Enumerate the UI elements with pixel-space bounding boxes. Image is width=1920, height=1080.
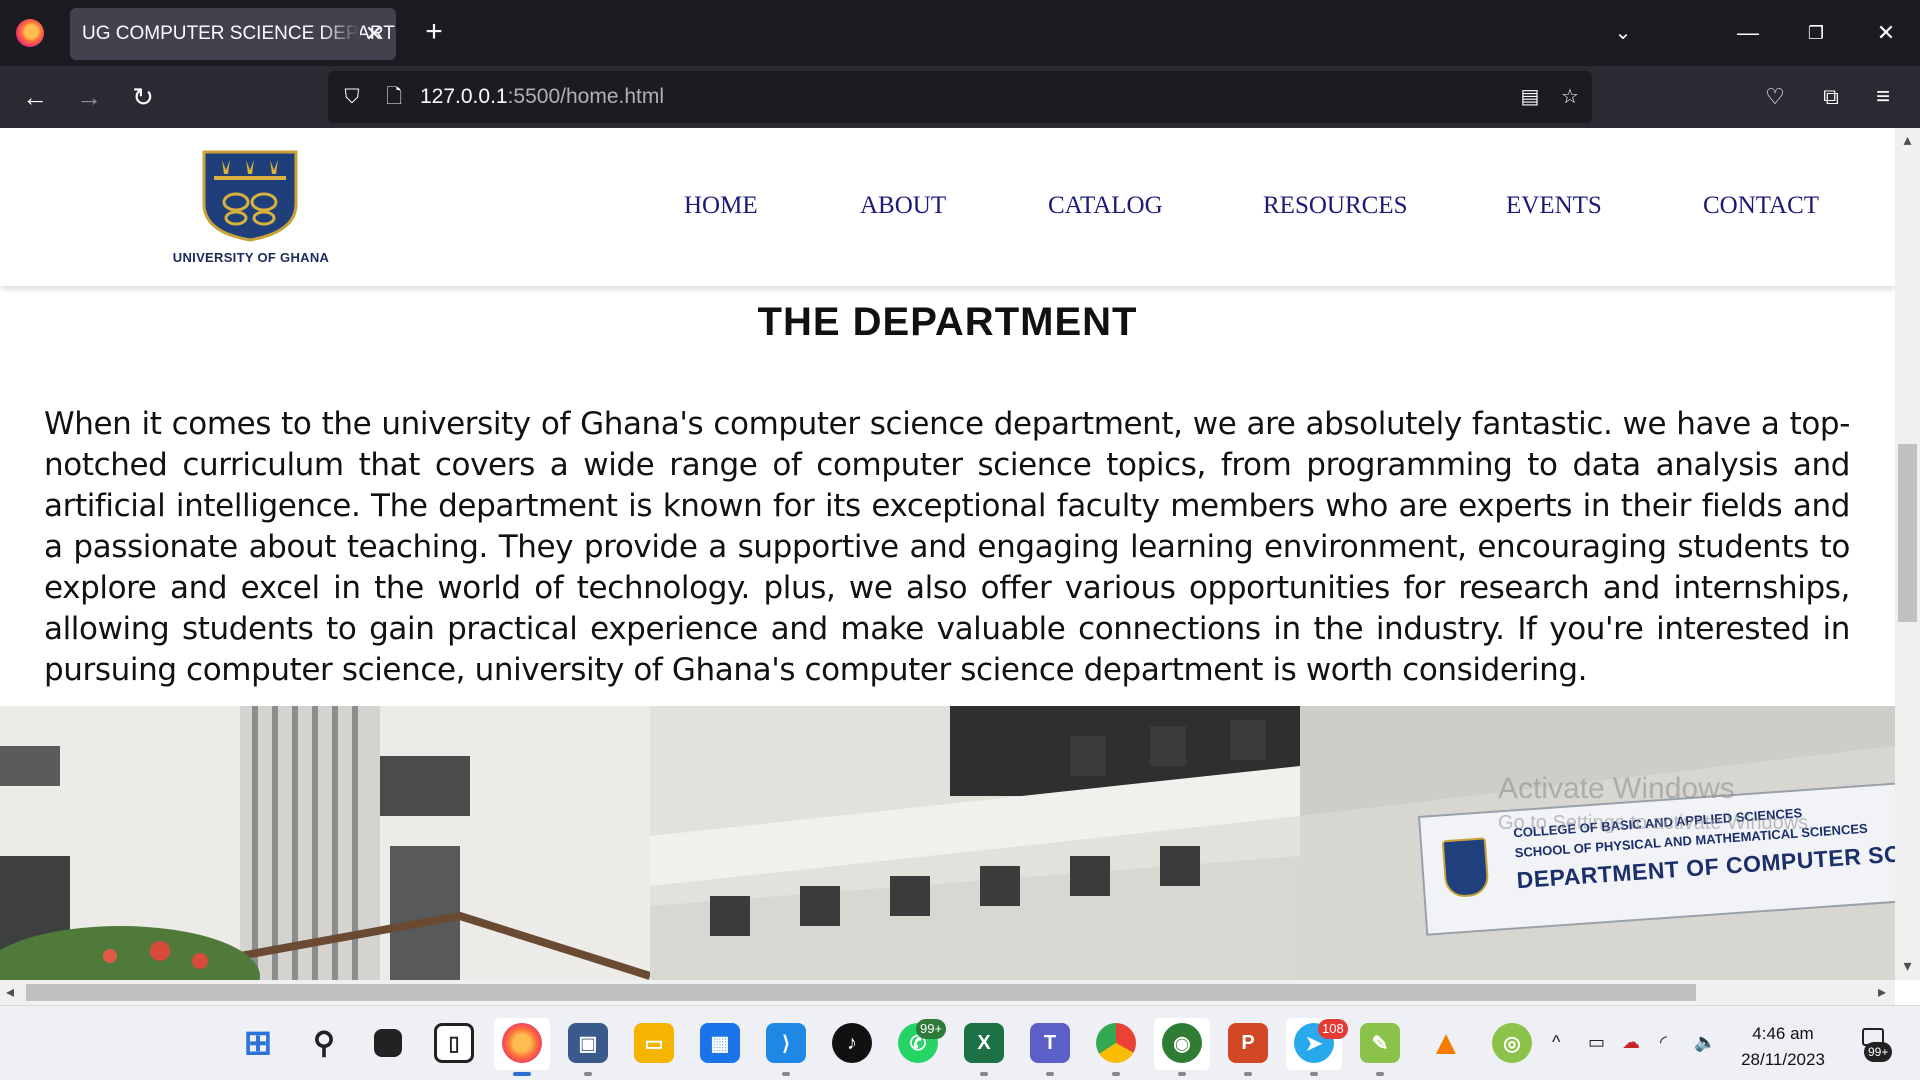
vlc-icon[interactable]: ▲ xyxy=(1426,1023,1466,1063)
telegram-badge: 108 xyxy=(1318,1019,1348,1039)
activate-windows-hint: Go to Settings to activate Windows. xyxy=(1498,812,1814,834)
extensions-icon[interactable]: ⧉ xyxy=(1814,80,1848,114)
activate-windows-watermark: Activate Windows xyxy=(1498,772,1735,805)
site-header: UNIVERSITY OF GHANA HOME ABOUT CATALOG R… xyxy=(0,128,1895,286)
start-icon[interactable]: ⊞ xyxy=(238,1023,278,1063)
chrome-icon[interactable] xyxy=(1096,1023,1136,1063)
excel-icon[interactable]: X xyxy=(964,1023,1004,1063)
scroll-left-icon[interactable]: ◂ xyxy=(0,982,20,1002)
nav-about[interactable]: ABOUT xyxy=(860,192,946,220)
building-photo-1 xyxy=(0,706,650,980)
search-icon[interactable]: ⚲ xyxy=(304,1023,344,1063)
vscode-icon[interactable]: ⟩ xyxy=(766,1023,806,1063)
department-description: When it comes to the university of Ghana… xyxy=(44,406,1850,688)
nav-home[interactable]: HOME xyxy=(684,192,758,220)
university-logo[interactable]: UNIVERSITY OF GHANA xyxy=(152,146,350,268)
list-all-tabs-icon[interactable]: ⌄ xyxy=(1608,18,1638,48)
page-viewport: UNIVERSITY OF GHANA HOME ABOUT CATALOG R… xyxy=(0,128,1895,980)
department-sign-photo: COLLEGE OF BASIC AND APPLIED SCIENCES SC… xyxy=(1300,706,1895,980)
page-icon[interactable]: 🗋 xyxy=(378,81,410,113)
shield-icon[interactable]: ⛉ xyxy=(336,81,368,113)
windows-taskbar: ⊞ ⚲ ▯ ▣ ▭ ▦ ⟩ ♪ ✆ 99+ X T ◉ P ➤ 108 ✎ ▲ … xyxy=(0,1005,1920,1080)
browser-tab-bar: UG COMPUTER SCIENCE DEPARTMENT ✕ + ⌄ — ❐… xyxy=(0,0,1920,66)
scroll-right-icon[interactable]: ▸ xyxy=(1872,982,1892,1002)
tab-close-icon[interactable]: ✕ xyxy=(362,22,386,46)
browser-nav-bar: ← → ↻ ⛉ 🗋 127.0.0.1:5500/home.html ▤ ☆ ♡… xyxy=(0,66,1920,128)
nav-contact[interactable]: CONTACT xyxy=(1703,192,1819,220)
date-text: 28/11/2023 xyxy=(1741,1050,1825,1069)
browser-tab[interactable]: UG COMPUTER SCIENCE DEPARTMENT ✕ xyxy=(70,8,396,60)
onedrive-icon[interactable]: ☁ xyxy=(1622,1032,1640,1053)
tiktok-icon[interactable]: ♪ xyxy=(832,1023,872,1063)
notepad-icon[interactable]: ✎ xyxy=(1360,1023,1400,1063)
menu-icon[interactable]: ≡ xyxy=(1866,80,1900,114)
whatsapp-badge: 99+ xyxy=(916,1019,947,1039)
forward-icon[interactable]: → xyxy=(72,80,106,114)
android-studio-icon[interactable]: ◎ xyxy=(1492,1023,1532,1063)
file-explorer-icon[interactable]: ▭ xyxy=(634,1023,674,1063)
new-tab-button[interactable]: + xyxy=(418,17,450,49)
sign-crest-icon xyxy=(1441,837,1490,899)
widgets-icon[interactable]: ▯ xyxy=(434,1023,474,1063)
pocket-icon[interactable]: ♡ xyxy=(1758,80,1792,114)
restore-icon[interactable]: ❐ xyxy=(1796,16,1836,50)
internet-download-icon[interactable]: ◉ xyxy=(1162,1023,1202,1063)
wifi-icon[interactable]: ◜ xyxy=(1660,1032,1667,1053)
minimize-icon[interactable]: — xyxy=(1728,16,1768,50)
reader-view-icon[interactable]: ▤ xyxy=(1514,81,1546,113)
reload-icon[interactable]: ↻ xyxy=(126,80,160,114)
nav-events[interactable]: EVENTS xyxy=(1506,192,1602,220)
bookmark-star-icon[interactable]: ☆ xyxy=(1554,81,1586,113)
building-photo-2 xyxy=(650,706,1300,980)
show-hidden-icons[interactable]: ^ xyxy=(1552,1032,1560,1053)
firefox-icon xyxy=(16,19,44,47)
clock[interactable]: 4:46 am 28/11/2023 xyxy=(1718,1021,1848,1073)
firefox-taskbar-icon[interactable] xyxy=(502,1023,542,1063)
scroll-up-icon[interactable]: ▴ xyxy=(1895,130,1920,150)
vertical-scrollbar[interactable]: ▴ ▾ xyxy=(1895,128,1920,980)
close-window-icon[interactable]: ✕ xyxy=(1866,16,1906,50)
crest-icon xyxy=(202,150,298,242)
vertical-scroll-thumb[interactable] xyxy=(1898,444,1917,622)
department-title: THE DEPARTMENT xyxy=(757,300,1138,344)
nav-resources[interactable]: RESOURCES xyxy=(1263,192,1407,220)
powerpoint-icon[interactable]: P xyxy=(1228,1023,1268,1063)
volume-icon[interactable]: 🔈 xyxy=(1694,1032,1716,1053)
scroll-down-icon[interactable]: ▾ xyxy=(1895,956,1920,976)
photo-gallery: COLLEGE OF BASIC AND APPLIED SCIENCES SC… xyxy=(0,706,1895,980)
teams-icon[interactable]: T xyxy=(1030,1023,1070,1063)
url-text[interactable]: 127.0.0.1:5500/home.html xyxy=(420,71,664,123)
horizontal-scroll-thumb[interactable] xyxy=(26,984,1696,1001)
battery-icon[interactable]: ▭ xyxy=(1588,1032,1605,1053)
notification-badge: 99+ xyxy=(1864,1042,1893,1062)
task-view-icon[interactable] xyxy=(374,1029,402,1057)
nav-catalog[interactable]: CATALOG xyxy=(1048,192,1163,220)
time-text: 4:46 am xyxy=(1752,1024,1814,1043)
notification-center-icon[interactable]: 99+ xyxy=(1856,1028,1896,1064)
microsoft-store-icon[interactable]: ▦ xyxy=(700,1023,740,1063)
photo-viewer-icon[interactable]: ▣ xyxy=(568,1023,608,1063)
horizontal-scrollbar[interactable]: ◂ ▸ xyxy=(0,980,1895,1005)
url-bar[interactable]: ⛉ 🗋 127.0.0.1:5500/home.html ▤ ☆ xyxy=(328,71,1592,123)
logo-text: UNIVERSITY OF GHANA xyxy=(172,250,330,265)
back-icon[interactable]: ← xyxy=(18,80,52,114)
